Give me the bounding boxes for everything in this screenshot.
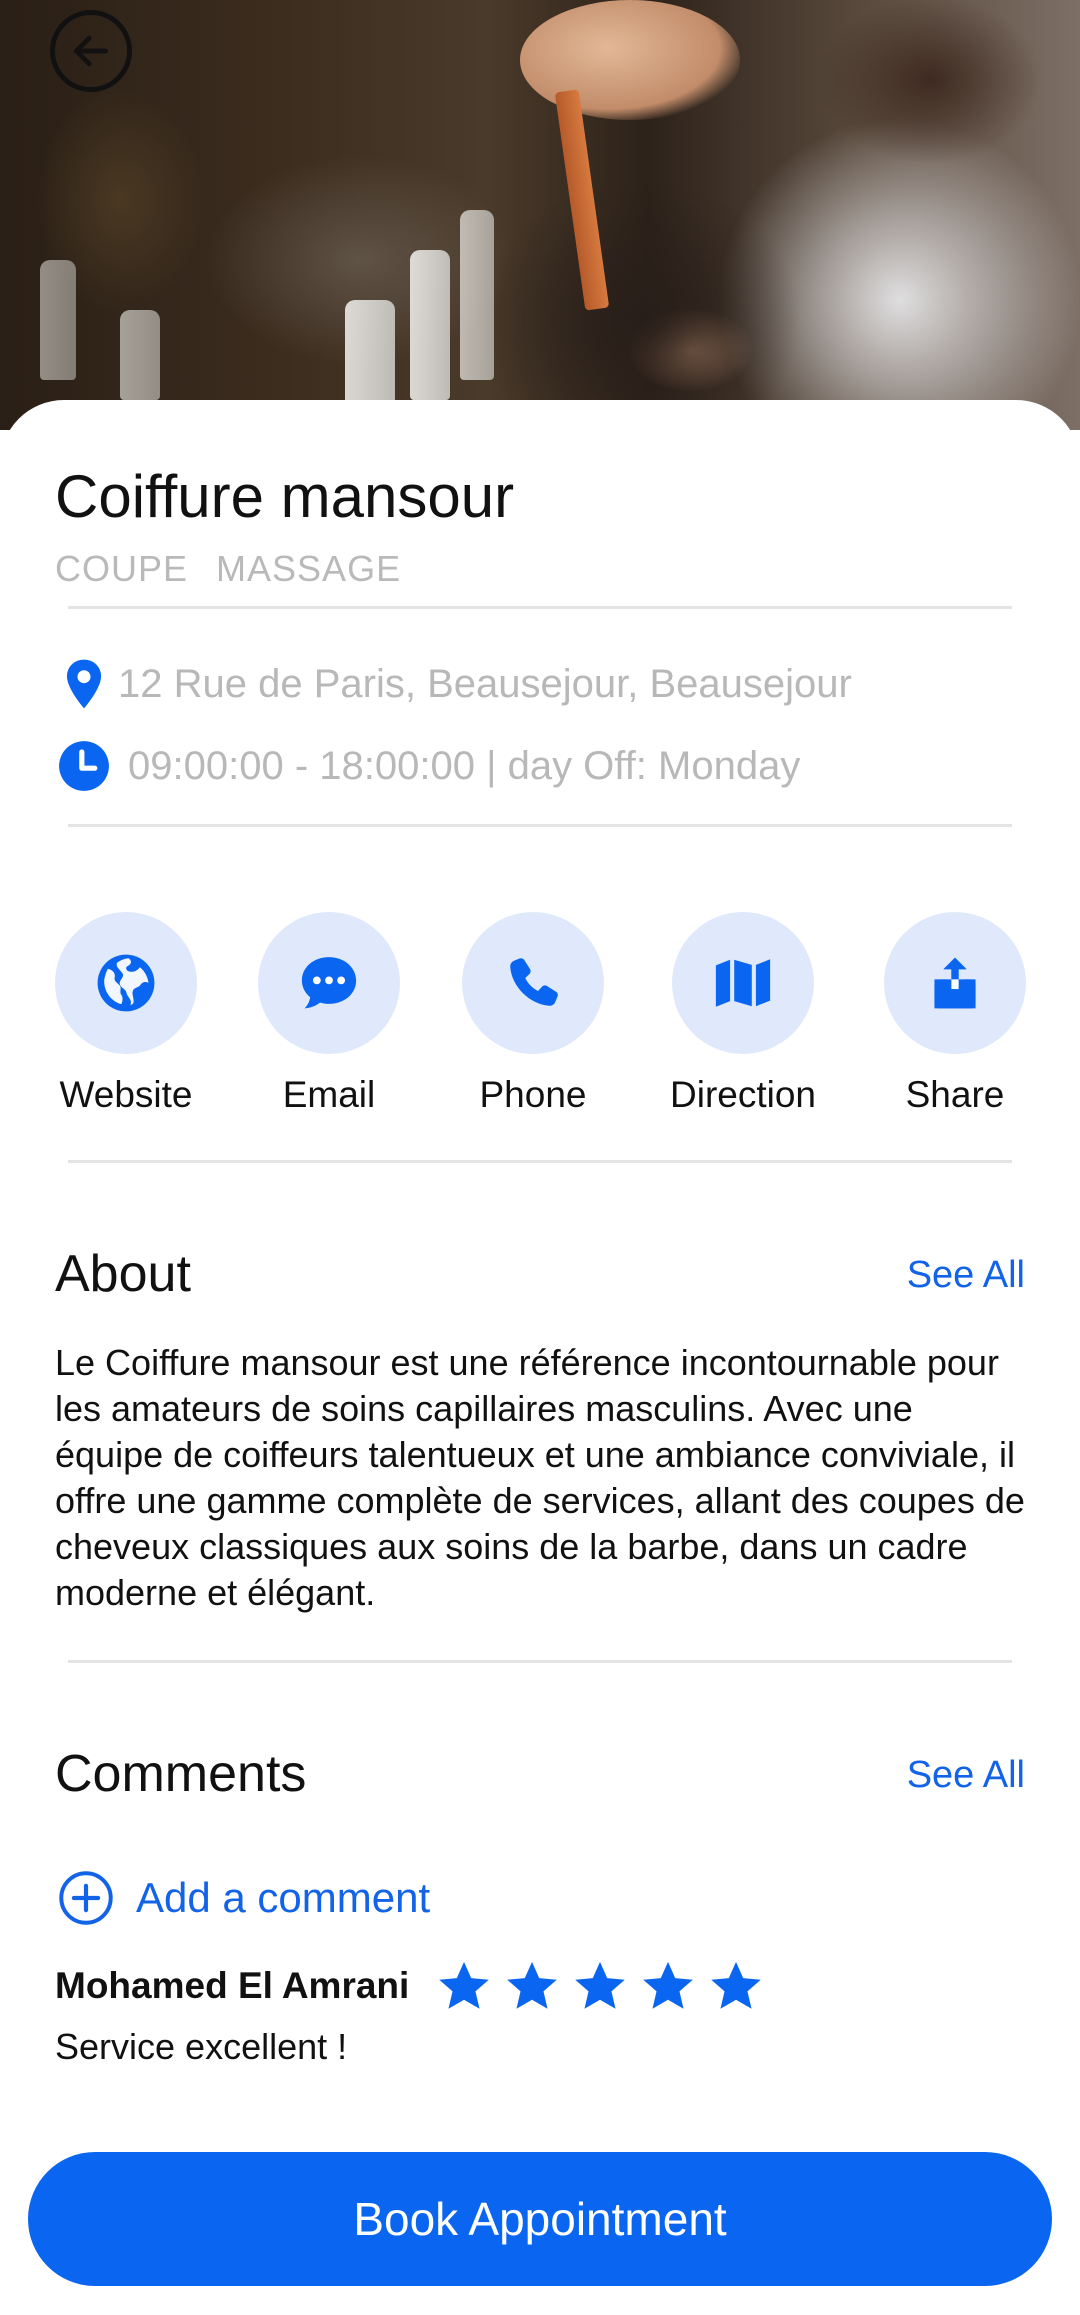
divider: [68, 1660, 1012, 1663]
email-button[interactable]: Email: [258, 912, 400, 1116]
book-appointment-button[interactable]: Book Appointment: [28, 2152, 1052, 2286]
about-text: Le Coiffure mansour est une référence in…: [55, 1342, 1025, 1613]
direction-button[interactable]: Direction: [670, 912, 816, 1116]
chat-bubble-icon: [301, 957, 357, 1009]
direction-label: Direction: [670, 1074, 816, 1115]
hours-text: 09:00:00 - 18:00:00 | day Off: Monday: [128, 743, 801, 788]
comments-title: Comments: [55, 1745, 307, 1803]
category-tags: COUPE MASSAGE: [55, 548, 401, 590]
star-icon: [507, 1961, 558, 2009]
add-comment-label: Add a comment: [136, 1874, 431, 1921]
divider: [68, 606, 1012, 609]
comment-item: Mohamed El Amrani Service excellent !: [55, 1960, 1015, 2068]
share-label: Share: [905, 1074, 1005, 1115]
address-row: 12 Rue de Paris, Beausejour, Beausejour: [58, 658, 852, 710]
location-pin-icon: [58, 658, 110, 710]
hours-row: 09:00:00 - 18:00:00 | day Off: Monday: [58, 740, 800, 792]
map-icon: [715, 959, 771, 1007]
star-rating: [437, 1960, 763, 2012]
place-title: Coiffure mansour: [55, 463, 515, 530]
star-icon: [575, 1961, 626, 2009]
comments-see-all-link[interactable]: See All: [907, 1754, 1025, 1797]
star-icon: [711, 1961, 762, 2009]
email-label: Email: [282, 1074, 376, 1115]
about-title: About: [55, 1245, 191, 1303]
phone-icon: [510, 958, 558, 1006]
globe-icon: [97, 954, 155, 1012]
comment-author: Mohamed El Amrani: [55, 1965, 410, 2006]
divider: [68, 1160, 1012, 1163]
website-label: Website: [59, 1074, 193, 1115]
website-button[interactable]: Website: [55, 912, 197, 1116]
address-text: 12 Rue de Paris, Beausejour, Beausejour: [118, 661, 852, 706]
about-see-all-link[interactable]: See All: [907, 1254, 1025, 1297]
action-bar: Website Email Phone Direction Share: [0, 912, 1080, 1132]
star-icon: [439, 1961, 490, 2009]
add-comment-button[interactable]: Add a comment: [58, 1870, 430, 1926]
phone-label: Phone: [479, 1074, 587, 1115]
tag-coupe: COUPE: [55, 548, 189, 589]
share-icon: [934, 957, 976, 1009]
share-button[interactable]: Share: [884, 912, 1026, 1116]
phone-button[interactable]: Phone: [462, 912, 604, 1116]
plus-circle-icon: [59, 1871, 113, 1925]
divider: [68, 824, 1012, 827]
back-button[interactable]: [50, 10, 132, 92]
arrow-left-icon: [73, 35, 109, 67]
hero-image: [0, 0, 1080, 430]
clock-icon: [58, 740, 110, 792]
tag-massage: MASSAGE: [216, 548, 402, 589]
comment-text: Service excellent !: [55, 2026, 348, 2067]
star-icon: [643, 1961, 694, 2009]
